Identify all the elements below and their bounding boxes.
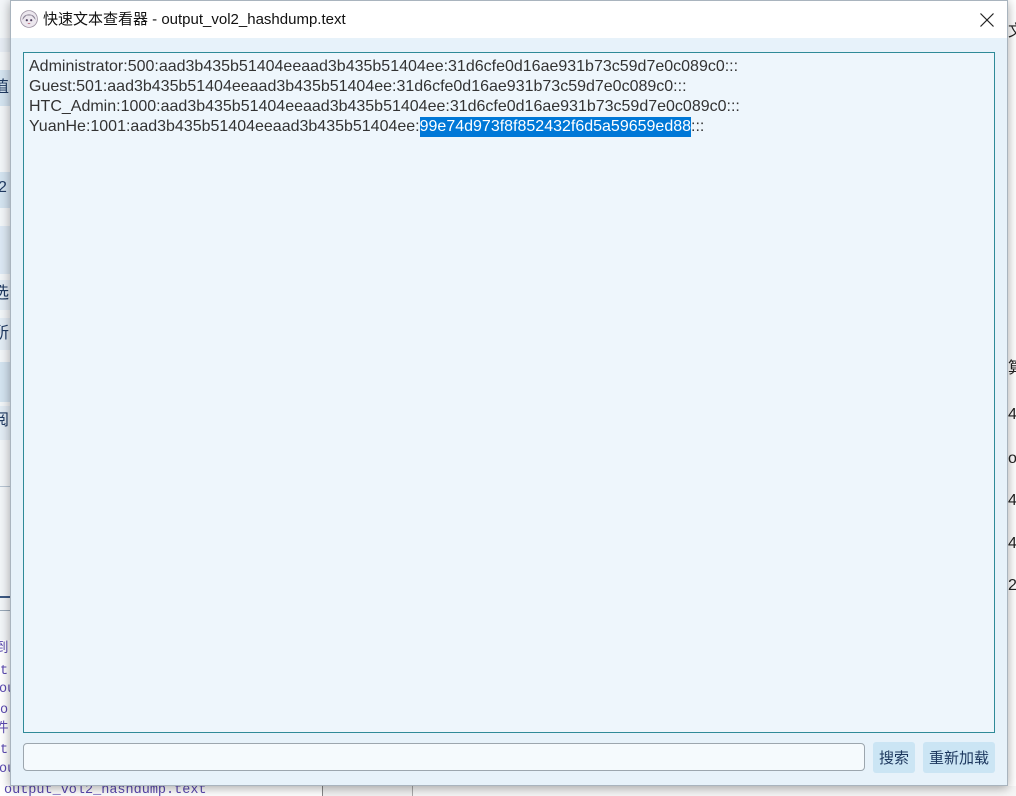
background-text-fragment: 算 [1008, 360, 1016, 378]
text-content-area[interactable]: Administrator:500:aad3b435b51404eeaad3b4… [23, 52, 995, 733]
window-title: 快速文本查看器 - output_vol2_hashdump.text [43, 11, 346, 28]
background-text-fragment: 4 [1008, 492, 1016, 509]
text-line-yuanhe: YuanHe:1001:aad3b435b51404eeaad3b435b514… [29, 117, 989, 137]
text-line-guest: Guest:501:aad3b435b51404eeaad3b435b51404… [29, 78, 687, 95]
text-line-administrator: Administrator:500:aad3b435b51404eeaad3b4… [29, 58, 739, 75]
background-text-fragment: o [1008, 450, 1016, 467]
background-text-fragment: 值 [0, 79, 10, 96]
line-text-prefix: YuanHe:1001:aad3b435b51404eeaad3b435b514… [29, 118, 420, 135]
background-panel [323, 786, 412, 796]
background-log-fragment: 件 [0, 722, 9, 737]
background-bottom-strip: output_vol2_hashdump.text [0, 786, 1016, 796]
text-viewer-window: 快速文本查看器 - output_vol2_hashdump.text Admi… [10, 0, 1008, 786]
title-bar[interactable]: 快速文本查看器 - output_vol2_hashdump.text [11, 1, 1007, 38]
close-icon [980, 12, 994, 27]
background-divider [412, 786, 413, 796]
background-log-fragment: o [0, 703, 9, 718]
text-line-htc-admin: HTC_Admin:1000:aad3b435b51404eeaad3b435b… [29, 98, 740, 115]
search-input[interactable] [23, 743, 865, 771]
avatar-icon [20, 10, 38, 28]
reload-button[interactable]: 重新加载 [923, 742, 995, 773]
background-text-fragment: 2 [0, 179, 7, 196]
background-log-fragment: 到 [0, 642, 9, 657]
background-text-fragment: 所 [0, 325, 10, 342]
background-log-fragment: t [0, 664, 9, 679]
line-text-suffix: ::: [691, 118, 705, 135]
selected-text[interactable]: 99e74d973f8f852432f6d5a59659ed88 [419, 117, 692, 137]
background-text-fragment: 文 [1008, 23, 1016, 41]
close-button[interactable] [967, 1, 1007, 38]
background-right-strip: 文 算 4 o 4 4 2 [1008, 0, 1016, 786]
background-text-fragment: 2 [1008, 577, 1016, 594]
background-text-fragment: 选 [0, 285, 10, 302]
background-text-fragment: 4 [1008, 535, 1016, 552]
search-button[interactable]: 搜索 [873, 742, 915, 773]
background-log-fragment: t [0, 743, 9, 758]
background-filename-text: output_vol2_hashdump.text [4, 786, 207, 796]
background-text-fragment: 阅 [0, 412, 10, 429]
background-text-fragment: 4 [1008, 406, 1016, 423]
